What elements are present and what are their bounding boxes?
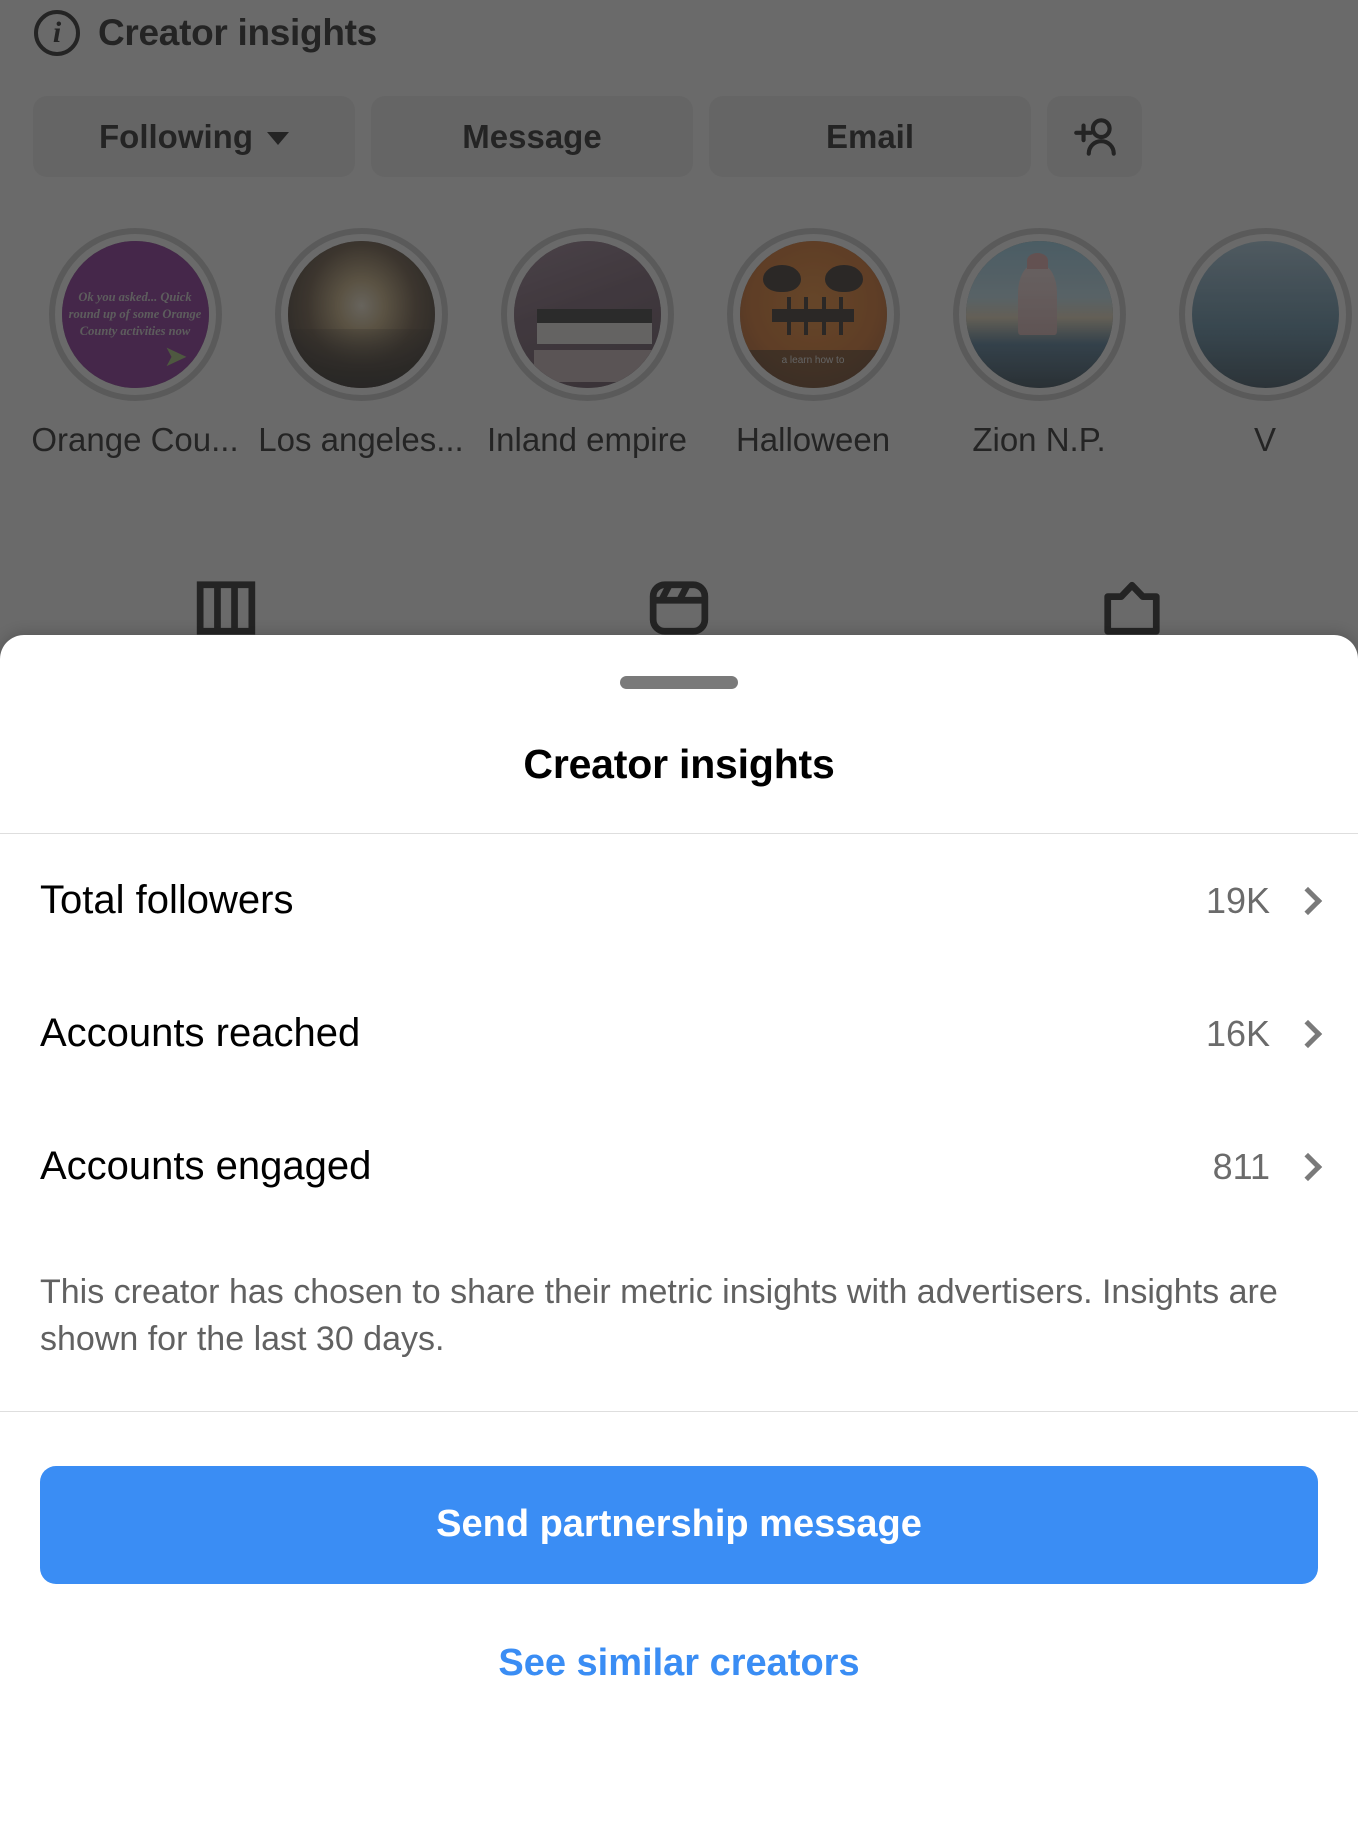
metric-label: Accounts engaged (40, 1144, 372, 1188)
message-button[interactable]: Message (371, 96, 693, 177)
dm-answer-bar (534, 349, 658, 383)
metric-label: Total followers (40, 878, 294, 922)
following-button[interactable]: Following (33, 96, 355, 177)
email-button-label: Email (825, 117, 915, 155)
highlight-art-partial (1191, 241, 1339, 388)
pumpkin-stitch (839, 296, 844, 336)
highlight-ring (274, 228, 448, 401)
pumpkin-stitch (821, 296, 826, 336)
highlight-ring (500, 228, 674, 401)
sheet-title: Creator insights (523, 741, 835, 787)
metric-row-accounts-engaged[interactable]: Accounts engaged 811 (40, 1100, 1323, 1233)
highlight-item[interactable]: Inland empire (474, 228, 700, 459)
highlight-item[interactable]: Los angeles... (248, 228, 474, 459)
highlight-thumbnail: Ok you asked... Quick round up of some O… (61, 241, 209, 388)
pumpkin-stitch (804, 296, 809, 336)
tab-grid[interactable] (0, 577, 453, 639)
metric-row-accounts-reached[interactable]: Accounts reached 16K (40, 967, 1323, 1100)
see-similar-creators-link[interactable]: See similar creators (40, 1642, 1318, 1685)
zion-rock-formation (1018, 253, 1057, 336)
metric-right-group: 811 (1212, 1145, 1323, 1188)
creator-insights-header: i Creator insights (34, 10, 377, 56)
highlight-art-caption: a learn how to (739, 349, 887, 388)
highlight-thumbnail (1191, 241, 1339, 388)
chevron-right-icon (1293, 1152, 1323, 1181)
reels-icon (649, 581, 709, 635)
highlight-item[interactable]: V (1152, 228, 1358, 459)
cta-container: Send partnership message See similar cre… (0, 1412, 1358, 1685)
app-screen: i Creator insights Following Message Ema… (0, 0, 1358, 1830)
highlight-label: Orange Cou... (31, 421, 239, 458)
highlight-label: V (1253, 421, 1276, 458)
sheet-drag-handle[interactable] (620, 676, 738, 689)
chevron-right-icon (1293, 886, 1323, 915)
highlight-art-zion (965, 241, 1113, 388)
chevron-right-icon (1293, 1019, 1323, 1048)
metric-value: 19K (1205, 879, 1270, 921)
highlight-ring (952, 228, 1126, 401)
tagged-icon (1104, 581, 1160, 635)
metric-right-group: 19K (1205, 879, 1323, 922)
chevron-down-icon (266, 132, 289, 145)
send-partnership-message-button[interactable]: Send partnership message (40, 1465, 1318, 1584)
highlight-label: Halloween (735, 421, 891, 458)
creator-insights-bottom-sheet: Creator insights Total followers 19K Acc… (0, 635, 1358, 1830)
highlight-art-dm-screenshot (513, 241, 661, 388)
highlight-thumbnail (965, 241, 1113, 388)
highlight-label: Inland empire (487, 421, 687, 458)
highlight-ring: Ok you asked... Quick round up of some O… (48, 228, 222, 401)
dm-question-bar (537, 323, 652, 344)
highlight-item[interactable]: Zion N.P. (926, 228, 1152, 459)
highlight-ring (1178, 228, 1352, 401)
creator-insights-header-title: Creator insights (98, 12, 377, 53)
tab-tagged[interactable] (905, 577, 1358, 639)
tab-reels[interactable] (453, 577, 906, 639)
metric-value: 16K (1205, 1012, 1270, 1054)
highlight-label: Los angeles... (258, 421, 464, 458)
email-button[interactable]: Email (709, 96, 1031, 177)
insights-disclaimer: This creator has chosen to share their m… (40, 1273, 1278, 1358)
highlight-ring: a learn how to (726, 228, 900, 401)
message-button-label: Message (462, 117, 602, 155)
highlight-art-text: Ok you asked... Quick round up of some O… (68, 290, 202, 338)
metric-label: Accounts reached (40, 1011, 361, 1055)
highlight-art-purple-text: Ok you asked... Quick round up of some O… (61, 241, 209, 388)
metric-value: 811 (1212, 1145, 1270, 1187)
following-button-label: Following (99, 117, 253, 155)
highlight-label: Zion N.P. (972, 421, 1106, 458)
profile-tab-bar (0, 577, 1358, 639)
profile-page-background: i Creator insights Following Message Ema… (0, 0, 1358, 660)
dm-header-bar (537, 308, 652, 324)
pumpkin-eye-left (763, 264, 802, 293)
highlight-thumbnail: a learn how to (739, 241, 887, 388)
pumpkin-eye-right (824, 264, 863, 293)
highlight-art-pumpkin: a learn how to (739, 241, 887, 388)
pumpkin-stitch (786, 296, 791, 336)
add-person-button[interactable] (1047, 96, 1142, 177)
highlight-item[interactable]: a learn how to Halloween (700, 228, 926, 459)
grid-icon (197, 581, 256, 635)
profile-action-row: Following Message Email (33, 96, 1142, 177)
highlight-art-union-station (287, 241, 435, 388)
metric-row-total-followers[interactable]: Total followers 19K (40, 834, 1323, 967)
arrow-right-icon: ➤ (164, 341, 187, 371)
story-highlights-row: Ok you asked... Quick round up of some O… (0, 228, 1358, 459)
highlight-thumbnail (287, 241, 435, 388)
metric-list: Total followers 19K Accounts reached 16K… (0, 834, 1358, 1233)
info-circle-icon: i (34, 10, 80, 56)
add-person-icon (1073, 117, 1116, 156)
highlight-item[interactable]: Ok you asked... Quick round up of some O… (22, 228, 248, 459)
highlight-thumbnail (513, 241, 661, 388)
metric-right-group: 16K (1205, 1012, 1323, 1055)
